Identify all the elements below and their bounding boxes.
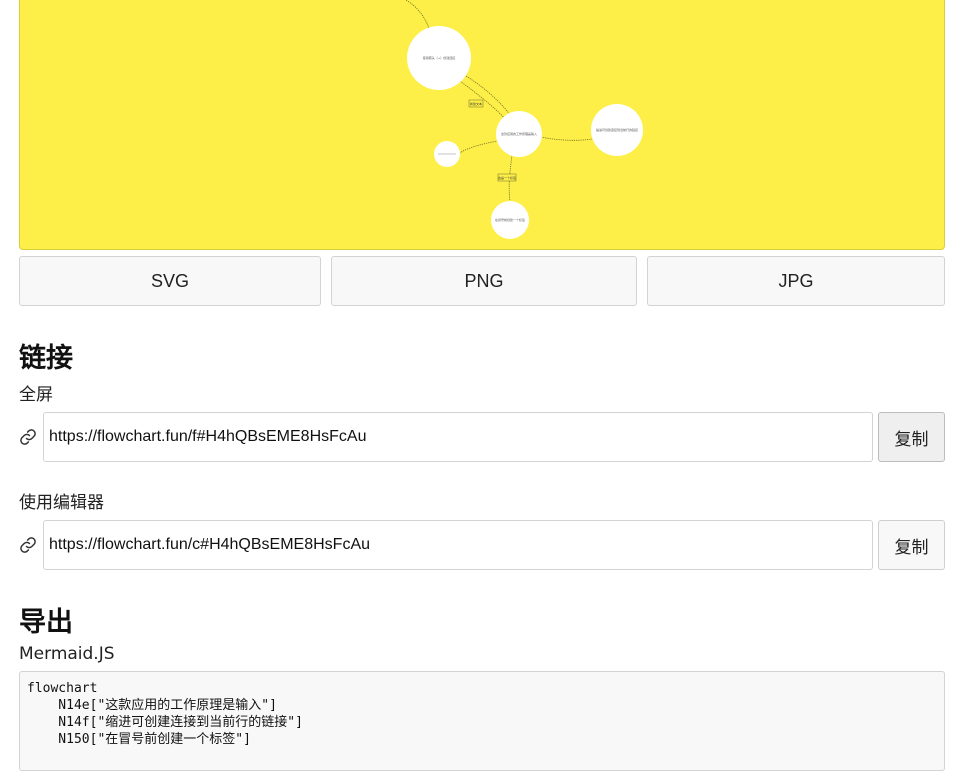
graph-node-right-label: 缩进可创建连接到当前行的链接 bbox=[596, 127, 638, 132]
links-heading: 链接 bbox=[19, 343, 73, 374]
code-line: N14f["缩进可创建连接到当前行的链接"] bbox=[27, 715, 303, 730]
flowchart-canvas[interactable]: 新建文本 这是一个标签 使用箭头（→）创建连接 这款应用的工作原理是输入 缩进可… bbox=[19, 0, 945, 250]
copy-fullscreen-url-button[interactable]: 复制 bbox=[878, 412, 945, 462]
code-line: N14e["这款应用的工作原理是输入"] bbox=[27, 698, 277, 713]
export-heading: 导出 bbox=[19, 607, 73, 638]
graph-node-center-label: 这款应用的工作原理是输入 bbox=[501, 131, 537, 136]
code-line: N150["在冒号前创建一个标签"] bbox=[27, 732, 251, 747]
mermaid-label: Mermaid.JS bbox=[19, 644, 115, 664]
flowchart-graph: 新建文本 这是一个标签 使用箭头（→）创建连接 这款应用的工作原理是输入 缩进可… bbox=[404, 0, 643, 239]
edge-center-to-left bbox=[459, 140, 499, 154]
mermaid-code-box[interactable]: flowchart N14e["这款应用的工作原理是输入"] N14f["缩进可… bbox=[19, 671, 945, 771]
png-download-button[interactable]: PNG bbox=[331, 256, 637, 306]
code-line: flowchart bbox=[27, 681, 98, 696]
jpg-download-button[interactable]: JPG bbox=[647, 256, 945, 306]
editor-url-field[interactable] bbox=[43, 520, 873, 570]
fullscreen-url-field[interactable] bbox=[43, 412, 873, 462]
svg-download-button[interactable]: SVG bbox=[19, 256, 321, 306]
graph-node-main-label: 使用箭头（→）创建连接 bbox=[423, 55, 456, 60]
edge-top bbox=[404, 0, 431, 32]
link-icon bbox=[20, 537, 36, 553]
graph-node-bottom-label: 在冒号前创建一个标签 bbox=[495, 217, 525, 222]
copy-editor-url-button[interactable]: 复制 bbox=[878, 520, 945, 570]
image-export-buttons: SVG PNG JPG bbox=[19, 256, 945, 306]
edge-label-2: 这是一个标签 bbox=[498, 175, 516, 180]
editor-label: 使用编辑器 bbox=[19, 493, 104, 513]
edge-label-1: 新建文本 bbox=[470, 101, 482, 106]
fullscreen-label: 全屏 bbox=[19, 385, 53, 405]
link-icon bbox=[20, 429, 36, 445]
edge-center-to-right bbox=[540, 136, 593, 141]
